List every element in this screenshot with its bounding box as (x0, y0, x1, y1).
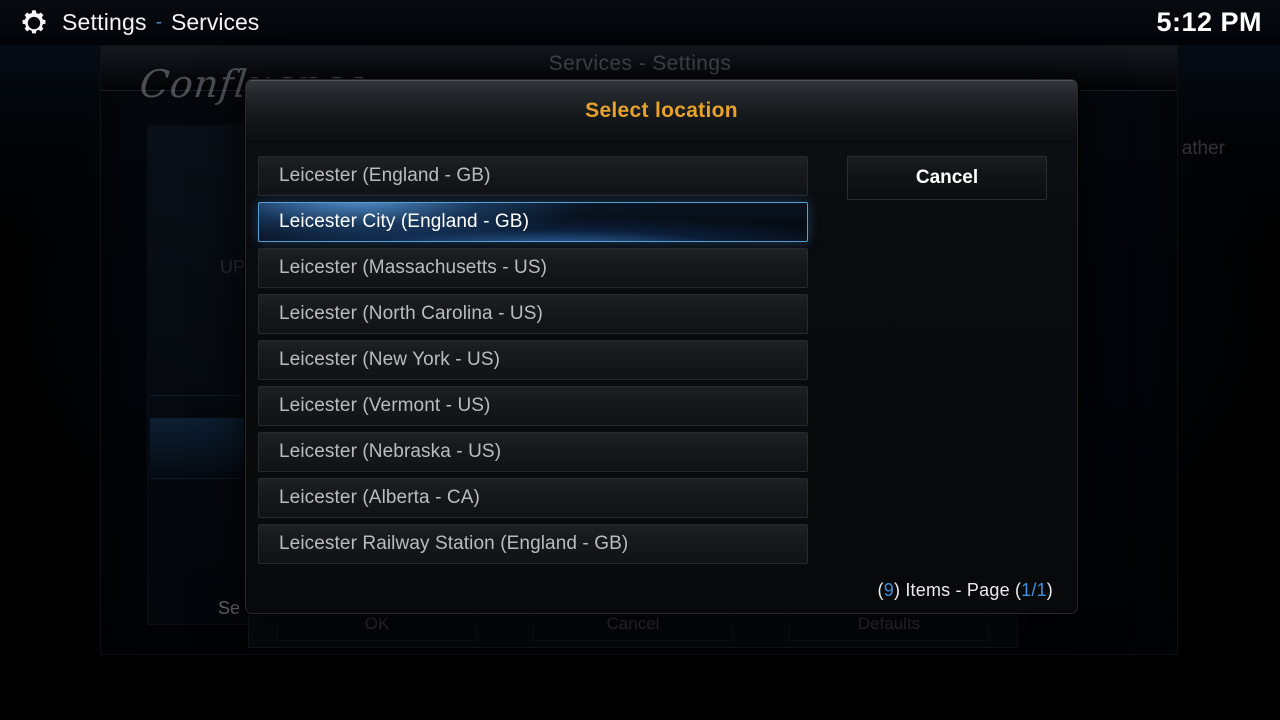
select-location-dialog: Select location Leicester (England - GB)… (245, 79, 1078, 614)
list-item-label: Leicester (Alberta - CA) (279, 487, 480, 508)
pager-page: 1/1 (1021, 580, 1047, 600)
list-item[interactable]: Leicester (Alberta - CA) (258, 478, 808, 518)
list-item-label: Leicester City (England - GB) (279, 211, 529, 232)
list-item-label: Leicester Railway Station (England - GB) (279, 533, 629, 554)
list-item[interactable]: Leicester Railway Station (England - GB) (258, 524, 808, 564)
list-item[interactable]: Leicester (Massachusetts - US) (258, 248, 808, 288)
dialog-body: Leicester (England - GB) Leicester City (… (246, 142, 1077, 613)
list-item[interactable]: Leicester (Nebraska - US) (258, 432, 808, 472)
list-item-label: Leicester (New York - US) (279, 349, 501, 370)
pager-status: (9) Items - Page (1/1) (878, 580, 1053, 601)
pager-close-paren: ) (1046, 580, 1053, 600)
background-window-title: Services - Settings (548, 52, 732, 75)
dialog-header: Select location (246, 80, 1077, 142)
list-item[interactable]: Leicester (North Carolina - US) (258, 294, 808, 334)
kodi-screen: Confluence Services - Settings ather UP … (0, 0, 1280, 720)
dialog-title: Select location (585, 99, 738, 122)
list-item-label: Leicester (England - GB) (279, 165, 491, 186)
list-item[interactable]: Leicester (Vermont - US) (258, 386, 808, 426)
clock: 5:12 PM (1156, 7, 1262, 37)
list-item[interactable]: Leicester City (England - GB) (258, 202, 808, 242)
list-item[interactable]: Leicester (New York - US) (258, 340, 808, 380)
top-status-bar: Settings - Services 5:12 PM (0, 0, 1280, 45)
pager-item-count: 9 (883, 580, 894, 600)
list-item-label: Leicester (Nebraska - US) (279, 441, 502, 462)
dialog-side-column: Cancel (847, 156, 1047, 200)
topbar-title: Settings (62, 9, 147, 35)
list-item-label: Leicester (Vermont - US) (279, 395, 491, 416)
topbar-subtitle: Services (171, 9, 260, 35)
list-item[interactable]: Leicester (England - GB) (258, 156, 808, 196)
cancel-button[interactable]: Cancel (847, 156, 1047, 200)
topbar-separator: - (155, 11, 163, 33)
location-list: Leicester (England - GB) Leicester City (… (258, 156, 808, 570)
pager-mid-text: ) Items - Page ( (893, 580, 1022, 600)
background-services-label: Se (218, 598, 241, 618)
list-item-label: Leicester (North Carolina - US) (279, 303, 543, 324)
list-item-label: Leicester (Massachusetts - US) (279, 257, 548, 278)
background-upnp-label: UP (220, 257, 246, 277)
background-weather-label: ather (1181, 138, 1225, 159)
gear-icon (22, 9, 46, 33)
